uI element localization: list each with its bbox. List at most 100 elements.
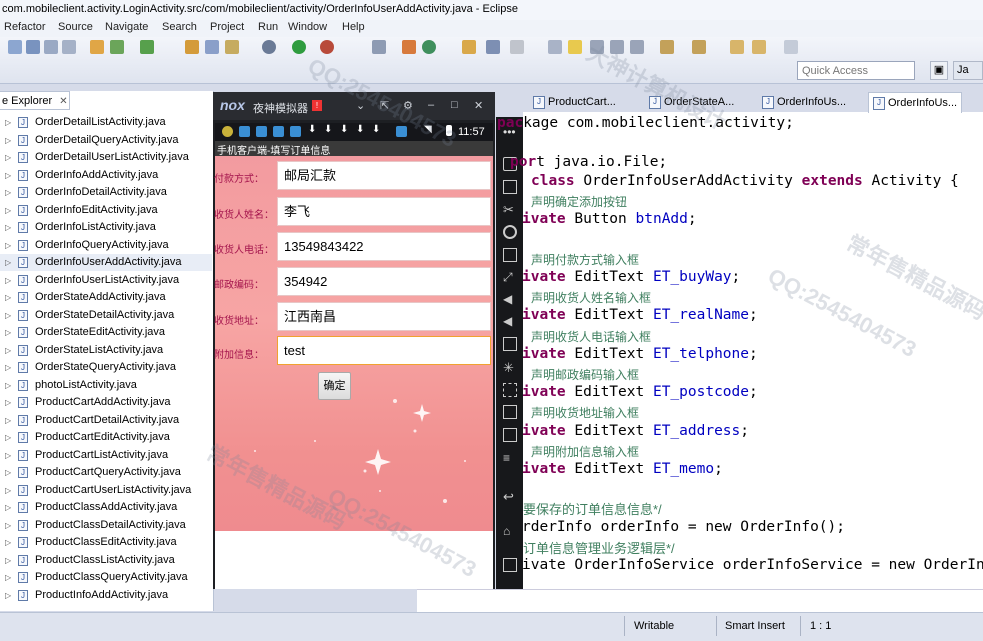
expand-arrow-icon[interactable]: ▷ <box>5 394 11 411</box>
menu-icon[interactable]: ≡ <box>503 451 517 465</box>
expand-arrow-icon[interactable]: ▷ <box>5 114 11 131</box>
new-class-icon[interactable] <box>422 40 436 54</box>
prev-annotation-icon[interactable] <box>692 40 706 54</box>
highlight-icon[interactable] <box>568 40 582 54</box>
expand-arrow-icon[interactable]: ▷ <box>5 569 11 586</box>
apk-icon[interactable] <box>503 337 517 351</box>
open-folder-icon[interactable] <box>462 40 476 54</box>
file-tree-item[interactable]: ▷ J OrderInfoListActivity.java <box>0 219 212 236</box>
expand-arrow-icon[interactable]: ▷ <box>5 552 11 569</box>
export-icon[interactable] <box>110 40 124 54</box>
file-tree-item[interactable]: ▷ J ProductCartDetailActivity.java <box>0 412 212 429</box>
multi-window-icon[interactable] <box>503 428 517 442</box>
expand-arrow-icon[interactable]: ▷ <box>5 184 11 201</box>
receiver-name-input[interactable]: 李飞 <box>277 197 491 226</box>
expand-arrow-icon[interactable]: ▷ <box>5 202 11 219</box>
menu-project[interactable]: Project <box>210 21 244 33</box>
expand-arrow-icon[interactable]: ▷ <box>5 377 11 394</box>
back-icon[interactable]: ↩ <box>503 489 517 504</box>
recent-apps-icon[interactable] <box>503 558 517 572</box>
file-tree-item[interactable]: ▷ J ProductClassListActivity.java <box>0 552 212 569</box>
file-tree-item[interactable]: ▷ J OrderDetailListActivity.java <box>0 114 212 131</box>
print-icon[interactable] <box>62 40 76 54</box>
expand-arrow-icon[interactable]: ▷ <box>5 149 11 166</box>
file-tree-item[interactable]: ▷ J ProductCartAddActivity.java <box>0 394 212 411</box>
expand-arrow-icon[interactable]: ▷ <box>5 464 11 481</box>
open-perspective-icon[interactable]: ▣ <box>930 61 948 80</box>
fullscreen-icon[interactable]: ⤢ <box>503 270 517 284</box>
screenshot-icon[interactable] <box>503 383 517 397</box>
pin-icon[interactable]: ⇱ <box>380 99 389 112</box>
expand-arrow-icon[interactable]: ▷ <box>5 517 11 534</box>
new-java-project-icon[interactable] <box>402 40 416 54</box>
file-tree-item[interactable]: ▷ J ProductCartQueryActivity.java <box>0 464 212 481</box>
forward-icon[interactable] <box>784 40 798 54</box>
toggle-block-icon[interactable] <box>590 40 604 54</box>
menu-source[interactable]: Source <box>58 21 93 33</box>
run-icon[interactable] <box>292 40 306 54</box>
expand-arrow-icon[interactable]: ▷ <box>5 447 11 464</box>
minimize-icon[interactable]: – <box>428 99 434 111</box>
next-annotation-icon[interactable] <box>660 40 674 54</box>
memo-input[interactable]: test <box>277 336 491 365</box>
search-icon[interactable] <box>510 40 524 54</box>
forward-nav-icon[interactable] <box>752 40 766 54</box>
deploy-icon[interactable] <box>225 40 239 54</box>
file-tree-item[interactable]: ▷ J ProductClassDetailActivity.java <box>0 517 212 534</box>
file-tree-item[interactable]: ▷ J OrderInfoQueryActivity.java <box>0 237 212 254</box>
video-icon[interactable] <box>503 405 517 419</box>
confirm-button[interactable]: 确定 <box>318 372 351 400</box>
file-tree-item[interactable]: ▷ J ProductCartUserListActivity.java <box>0 482 212 499</box>
editor-horizontal-scrollbar[interactable] <box>417 589 983 612</box>
expand-arrow-icon[interactable]: ▷ <box>5 499 11 516</box>
gear-icon[interactable]: ⚙ <box>403 99 413 112</box>
chevron-down-icon[interactable]: ⌄ <box>356 99 365 112</box>
expand-arrow-icon[interactable]: ▷ <box>5 482 11 499</box>
address-input[interactable]: 江西南昌 <box>277 302 491 331</box>
expand-arrow-icon[interactable]: ▷ <box>5 132 11 149</box>
package-explorer-tab[interactable]: e Explorer ✕ <box>0 91 70 110</box>
menu-window[interactable]: Window <box>288 21 327 33</box>
keyboard-icon[interactable] <box>503 180 517 194</box>
file-tree-item[interactable]: ▷ J OrderStateAddActivity.java <box>0 289 212 306</box>
editor-tab-product-cart[interactable]: J ProductCart... <box>533 92 616 112</box>
java-perspective-button[interactable]: Ja <box>953 61 983 80</box>
menu-search[interactable]: Search <box>162 21 197 33</box>
expand-arrow-icon[interactable]: ▷ <box>5 342 11 359</box>
scissors-icon[interactable]: ✂ <box>503 202 517 217</box>
server-icon[interactable] <box>205 40 219 54</box>
save-icon[interactable] <box>26 40 40 54</box>
editor-tab-order-info-active[interactable]: J OrderInfoUs... <box>868 92 963 113</box>
expand-arrow-icon[interactable]: ▷ <box>5 237 11 254</box>
shake-icon[interactable]: ✳ <box>503 360 517 375</box>
postcode-input[interactable]: 354942 <box>277 267 491 296</box>
maximize-icon[interactable]: □ <box>451 99 458 111</box>
debug-icon[interactable] <box>262 40 276 54</box>
file-tree-item[interactable]: ▷ J ProductInfoAddActivity.java <box>0 587 212 604</box>
file-tree-item[interactable]: ▷ J ProductCartEditActivity.java <box>0 429 212 446</box>
checklist-icon[interactable] <box>140 40 154 54</box>
open-type-icon[interactable] <box>486 40 500 54</box>
editor-tab-order-info-1[interactable]: J OrderInfoUs... <box>762 92 846 112</box>
task-icon[interactable] <box>372 40 386 54</box>
file-tree-item[interactable]: ▷ J OrderStateDetailActivity.java <box>0 307 212 324</box>
file-tree-item[interactable]: ▷ J OrderInfoEditActivity.java <box>0 202 212 219</box>
file-tree-item[interactable]: ▷ J OrderStateEditActivity.java <box>0 324 212 341</box>
file-tree-item[interactable]: ▷ J OrderInfoUserListActivity.java <box>0 272 212 289</box>
new-icon[interactable] <box>8 40 22 54</box>
expand-arrow-icon[interactable]: ▷ <box>5 307 11 324</box>
file-tree-item[interactable]: ▷ J OrderStateListActivity.java <box>0 342 212 359</box>
file-tree-item[interactable]: ▷ J OrderInfoAddActivity.java <box>0 167 212 184</box>
expand-arrow-icon[interactable]: ▷ <box>5 587 11 604</box>
file-tree-item[interactable]: ▷ J ProductClassQueryActivity.java <box>0 569 212 586</box>
expand-arrow-icon[interactable]: ▷ <box>5 324 11 341</box>
menu-run[interactable]: Run <box>258 21 278 33</box>
close-icon[interactable]: ✕ <box>59 96 67 107</box>
expand-arrow-icon[interactable]: ▷ <box>5 412 11 429</box>
expand-arrow-icon[interactable]: ▷ <box>5 534 11 551</box>
payment-method-input[interactable]: 邮局汇款 <box>277 161 491 190</box>
file-tree-item[interactable]: ▷ J ProductClassAddActivity.java <box>0 499 212 516</box>
close-icon[interactable]: ✕ <box>474 99 483 112</box>
menu-refactor[interactable]: Refactor <box>4 21 46 33</box>
external-tools-icon[interactable] <box>320 40 334 54</box>
